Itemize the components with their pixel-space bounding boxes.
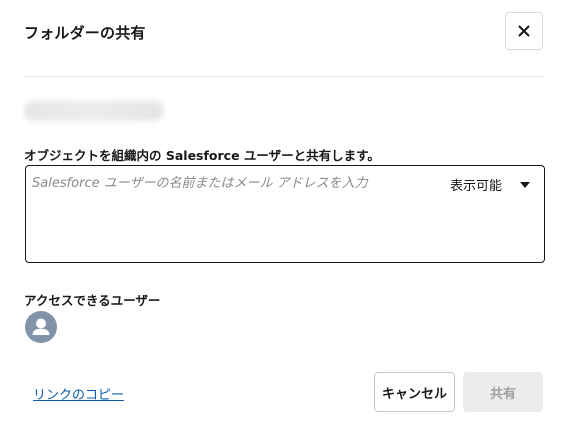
share-section-label: オブジェクトを組織内の Salesforce ユーザーと共有します。 xyxy=(24,148,380,163)
close-button[interactable] xyxy=(505,12,543,50)
permission-dropdown[interactable]: 表示可能 xyxy=(450,175,531,194)
access-users-label: アクセスできるユーザー xyxy=(24,293,161,308)
share-folder-dialog: フォルダーの共有 オブジェクトを組織内の Salesforce ユーザーと共有し… xyxy=(0,0,576,437)
permission-selected-label: 表示可能 xyxy=(450,179,503,194)
dialog-title: フォルダーの共有 xyxy=(24,24,146,42)
chevron-down-icon xyxy=(520,181,531,188)
cancel-button[interactable]: キャンセル xyxy=(374,372,455,412)
header-divider xyxy=(24,76,545,77)
redacted-folder-name xyxy=(24,101,164,121)
user-avatar-icon xyxy=(25,311,57,343)
share-recipient-box[interactable]: 表示可能 xyxy=(25,165,545,263)
copy-link[interactable]: リンクのコピー xyxy=(33,384,124,403)
user-search-input[interactable] xyxy=(32,176,432,191)
share-button[interactable]: 共有 xyxy=(463,372,543,412)
close-icon xyxy=(518,25,530,37)
